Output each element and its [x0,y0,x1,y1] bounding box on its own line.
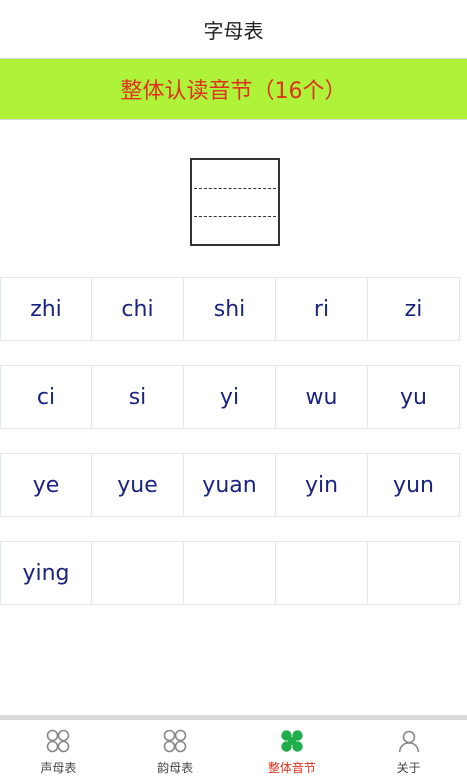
syllable-cell-ying[interactable]: ying [0,541,92,605]
person-icon [396,728,422,754]
syllable-row: ying [0,541,460,605]
syllable-cell-yu[interactable]: yu [368,365,460,429]
syllable-cell-shi[interactable]: shi [184,277,276,341]
bottom-tab-bar: 声母表 韵母表 整体音节 关于 [0,720,467,784]
syllable-cell-ye[interactable]: ye [0,453,92,517]
syllable-cell-yin[interactable]: yin [276,453,368,517]
syllable-grid: zhi chi shi ri zi ci si yi wu yu ye yue … [0,277,460,629]
tab-about[interactable]: 关于 [350,720,467,784]
grid-four-circles-icon [162,728,188,754]
syllable-row: ci si yi wu yu [0,365,460,429]
tab-finals[interactable]: 韵母表 [117,720,234,784]
page-title: 字母表 [203,18,264,43]
tab-initials[interactable]: 声母表 [0,720,117,784]
syllable-cell-yuan[interactable]: yuan [184,453,276,517]
grid-four-circles-icon [45,728,71,754]
syllable-cell-empty [276,541,368,605]
tab-label: 韵母表 [157,761,194,775]
syllable-cell-empty [92,541,184,605]
pinyin-writing-grid [190,158,280,246]
tab-label: 整体音节 [267,761,316,775]
app-root: 字母表 整体认读音节（16个） zhi chi shi ri zi ci si … [0,0,467,784]
syllable-row: zhi chi shi ri zi [0,277,460,341]
syllable-cell-chi[interactable]: chi [92,277,184,341]
tab-label: 声母表 [40,761,77,775]
syllable-cell-empty [368,541,460,605]
syllable-cell-yi[interactable]: yi [184,365,276,429]
writing-guide-line [194,188,276,189]
grid-four-filled-icon [279,728,305,754]
tab-label: 关于 [396,761,421,775]
writing-guide-line [194,216,276,217]
syllable-row: ye yue yuan yin yun [0,453,460,517]
syllable-cell-empty [184,541,276,605]
syllable-cell-yue[interactable]: yue [92,453,184,517]
section-banner: 整体认读音节（16个） [0,58,467,120]
syllable-cell-ci[interactable]: ci [0,365,92,429]
syllable-cell-zhi[interactable]: zhi [0,277,92,341]
syllable-cell-wu[interactable]: wu [276,365,368,429]
syllable-cell-ri[interactable]: ri [276,277,368,341]
tab-whole-syllables[interactable]: 整体音节 [234,720,351,784]
syllable-cell-zi[interactable]: zi [368,277,460,341]
syllable-cell-yun[interactable]: yun [368,453,460,517]
syllable-cell-si[interactable]: si [92,365,184,429]
